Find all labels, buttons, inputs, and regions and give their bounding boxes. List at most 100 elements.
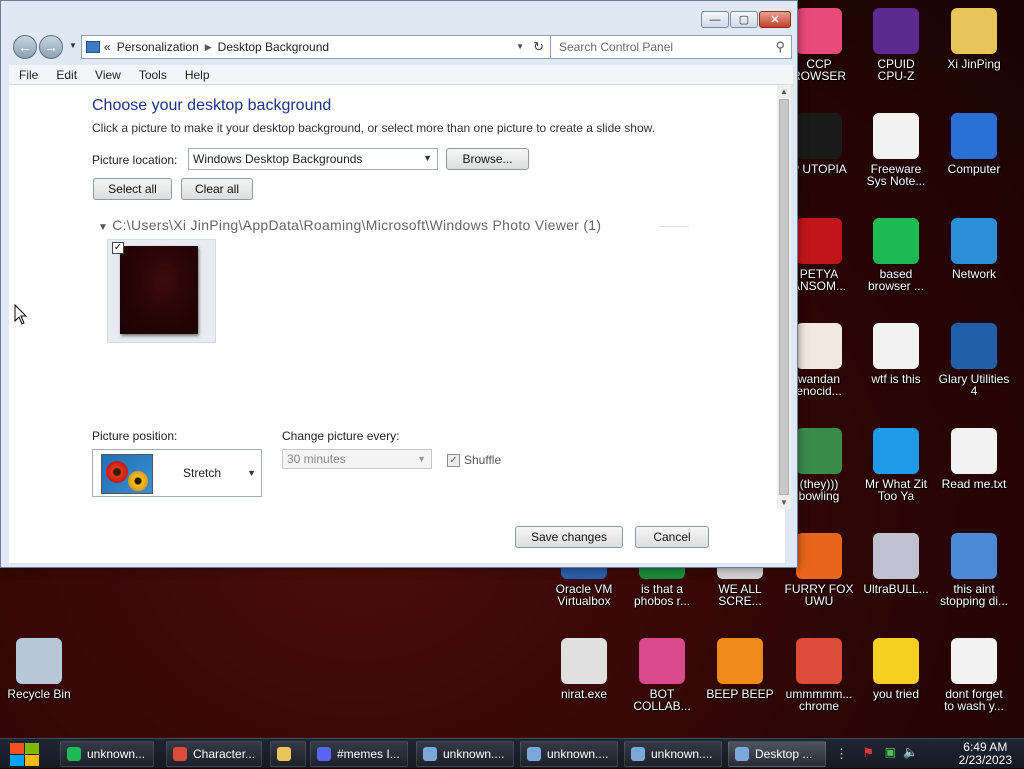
breadcrumb-separator-icon[interactable]: ▶ [205, 42, 212, 53]
browse-button[interactable]: Browse... [446, 148, 529, 170]
overflow-icon[interactable]: ⋮ [835, 746, 848, 762]
shuffle-checkbox[interactable]: ✓ [447, 453, 460, 467]
network-tray-icon[interactable]: ▣ [885, 745, 896, 759]
breadcrumb-personalization[interactable]: Personalization [117, 40, 199, 54]
taskbar-item[interactable] [270, 741, 306, 767]
address-bar[interactable]: « Personalization ▶ Desktop Background ▼… [81, 35, 551, 59]
picture-group-header[interactable]: ▼ C:\Users\Xi JinPing\AppData\Roaming\Mic… [98, 217, 601, 233]
taskbar-item[interactable]: unknown.... [416, 741, 514, 767]
minimize-button[interactable]: — [701, 11, 729, 28]
chrome-icon [173, 747, 187, 761]
close-button[interactable]: ✕ [759, 11, 791, 28]
desktop-icon[interactable]: Network [935, 218, 1013, 280]
taskbar-item[interactable]: unknown.... [624, 741, 722, 767]
maximize-button[interactable]: ▢ [730, 11, 758, 28]
taskbar-item[interactable]: unknown... [60, 741, 154, 767]
taskbar-item[interactable]: Character... [166, 741, 262, 767]
picture-location-select[interactable]: Windows Desktop Backgrounds ▼ [188, 148, 438, 170]
desktop-icon-label: this aint stopping di... [939, 582, 1009, 608]
desktop-icon[interactable]: you tried [857, 638, 935, 700]
desktop-icon[interactable]: based browser ... [857, 218, 935, 292]
picture-position-select[interactable]: Stretch ▼ [92, 449, 262, 497]
control-panel-icon [735, 747, 749, 761]
desktop-icon-label: Computer [947, 162, 1001, 176]
chat-icon [873, 218, 919, 264]
desktop-icon-label: WE ALL SCRE... [718, 582, 762, 608]
desktop-icon[interactable]: BOT COLLAB... [623, 638, 701, 712]
scroll-down-icon[interactable]: ▼ [780, 498, 788, 507]
desktop-icon[interactable]: dont forget to wash y... [935, 638, 1013, 712]
title-bar[interactable]: — ▢ ✕ [1, 1, 797, 31]
change-interval-select[interactable]: 30 minutes ▼ [282, 449, 432, 469]
menu-file[interactable]: File [9, 68, 46, 82]
refresh-icon[interactable]: ↻ [533, 39, 544, 55]
desktop-icon[interactable]: Mr What Zit Too Ya [857, 428, 935, 502]
text-file-icon [951, 428, 997, 474]
scrollbar-thumb[interactable] [779, 99, 789, 495]
chevron-down-icon: ▼ [423, 153, 432, 163]
breadcrumb-prefix[interactable]: « [104, 40, 111, 54]
disc-icon [873, 533, 919, 579]
installer-icon [951, 533, 997, 579]
desktop-icon-label: dont forget to wash y... [944, 687, 1004, 713]
taskbar-item-label: Character... [193, 747, 256, 761]
select-all-button[interactable]: Select all [93, 178, 172, 200]
desktop-icon[interactable]: this aint stopping di... [935, 533, 1013, 607]
cancel-button[interactable]: Cancel [635, 526, 709, 548]
cpu-z-icon [873, 8, 919, 54]
window-icon-2 [527, 747, 541, 761]
document-icon [873, 113, 919, 159]
menu-tools[interactable]: Tools [129, 68, 175, 82]
desktop-icon-label: FURRY FOX UWU [784, 582, 854, 608]
forward-button[interactable]: → [39, 35, 63, 59]
change-interval-value: 30 minutes [287, 452, 346, 466]
computer-icon [951, 113, 997, 159]
desktop-icon[interactable]: Freeware Sys Note... [857, 113, 935, 187]
scroll-up-icon[interactable]: ▲ [780, 87, 788, 96]
desktop-icon[interactable]: Recycle Bin [0, 638, 78, 700]
content-scrollbar[interactable]: ▲ ▼ [777, 85, 791, 509]
picture-checkbox[interactable]: ✓ [112, 242, 124, 254]
desktop-icon[interactable]: CPUID CPU-Z [857, 8, 935, 82]
save-changes-button[interactable]: Save changes [515, 526, 623, 548]
start-button[interactable] [8, 741, 42, 767]
star-icon [873, 638, 919, 684]
desktop-icon-label: wtf is this [871, 372, 921, 386]
flag-icon[interactable]: ⚑ [862, 745, 874, 761]
desktop-icon[interactable]: Glary Utilities 4 [935, 323, 1013, 397]
back-button[interactable]: ← [13, 35, 37, 59]
menu-help[interactable]: Help [175, 68, 218, 82]
spotify-icon [67, 747, 81, 761]
desktop-icon[interactable]: Read me.txt [935, 428, 1013, 490]
folder-icon [277, 747, 291, 761]
volume-icon[interactable]: 🔈 [903, 745, 918, 759]
desktop-icon[interactable]: wtf is this [857, 323, 935, 385]
desktop-icon[interactable]: nirat.exe [545, 638, 623, 700]
utopia-icon [796, 113, 842, 159]
address-dropdown-icon[interactable]: ▼ [516, 42, 524, 51]
taskbar-item[interactable]: #memes I... [310, 741, 408, 767]
desktop-icon[interactable]: ummmmm... chrome [780, 638, 858, 712]
desktop-icon[interactable]: UltraBULL... [857, 533, 935, 595]
desktop-icon[interactable]: Computer [935, 113, 1013, 175]
menu-view[interactable]: View [85, 68, 129, 82]
picture-tile[interactable]: ✓ [107, 239, 216, 343]
taskbar-item[interactable]: Desktop ... [728, 741, 826, 767]
picture-position-label: Picture position: [92, 429, 178, 443]
picture-group-path: C:\Users\Xi JinPing\AppData\Roaming\Micr… [112, 217, 602, 233]
breadcrumb-desktop-background[interactable]: Desktop Background [218, 40, 329, 54]
network-icon [951, 218, 997, 264]
desktop-icon[interactable]: Xi JinPing [935, 8, 1013, 70]
search-icon[interactable]: ⚲ [775, 39, 785, 55]
chevron-down-icon: ▼ [417, 454, 426, 464]
taskbar-item[interactable]: unknown.... [520, 741, 618, 767]
clear-all-button[interactable]: Clear all [181, 178, 253, 200]
search-input[interactable]: Search Control Panel ⚲ [550, 35, 792, 59]
desktop-icon-label: Mr What Zit Too Ya [865, 477, 927, 503]
recent-pages-dropdown[interactable]: ▼ [69, 41, 77, 50]
shuffle-option[interactable]: ✓ Shuffle [447, 453, 501, 467]
clock[interactable]: 6:49 AM 2/23/2023 [959, 741, 1012, 767]
menu-edit[interactable]: Edit [46, 68, 85, 82]
window-icon-3 [631, 747, 645, 761]
desktop-icon[interactable]: BEEP BEEP [701, 638, 779, 700]
